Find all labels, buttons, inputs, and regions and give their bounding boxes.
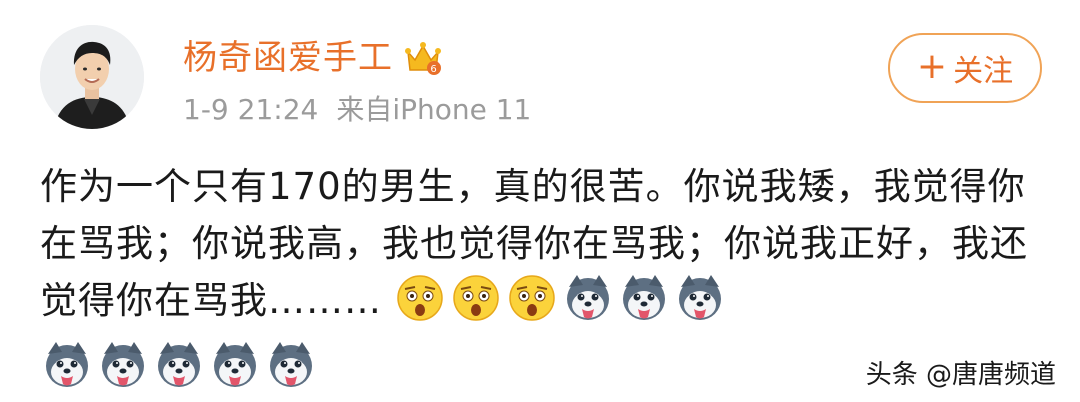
husky-dog-emoji	[266, 340, 316, 390]
husky-dog-emoji	[619, 273, 669, 323]
post-content: 作为一个只有170的男生，真的很苦。你说我矮，我觉得你在骂我；你说我高，我也觉得…	[40, 158, 1040, 329]
follow-label: 关注	[953, 54, 1014, 89]
husky-dog-emoji	[154, 340, 204, 390]
avatar[interactable]	[40, 25, 144, 129]
plus-icon: +	[916, 45, 948, 87]
username-text[interactable]: 杨奇函爱手工	[183, 36, 393, 80]
post-meta: 1-9 21:24 来自iPhone 11	[183, 92, 531, 128]
watermark: 头条 @唐唐频道	[865, 360, 1056, 390]
follow-button[interactable]: + 关注	[888, 33, 1042, 103]
shocked-emoji	[395, 273, 445, 323]
emoji-group-2	[42, 340, 316, 390]
svg-text:6: 6	[430, 64, 437, 75]
husky-dog-emoji	[98, 340, 148, 390]
username[interactable]: 杨奇函爱手工 6	[183, 36, 443, 80]
emoji-group-1	[395, 275, 731, 322]
post-time: 1-9 21:24	[183, 93, 319, 126]
post-source: 来自iPhone 11	[336, 93, 532, 126]
shocked-emoji	[451, 273, 501, 323]
husky-dog-emoji	[42, 340, 92, 390]
husky-dog-emoji	[210, 340, 260, 390]
husky-dog-emoji	[563, 273, 613, 323]
husky-dog-emoji	[675, 273, 725, 323]
weibo-post: 杨奇函爱手工 6 1-9 21:24 来自iPhone 11 + 关注 作为一个…	[0, 0, 1080, 402]
crown-icon: 6	[403, 38, 443, 78]
shocked-emoji	[507, 273, 557, 323]
